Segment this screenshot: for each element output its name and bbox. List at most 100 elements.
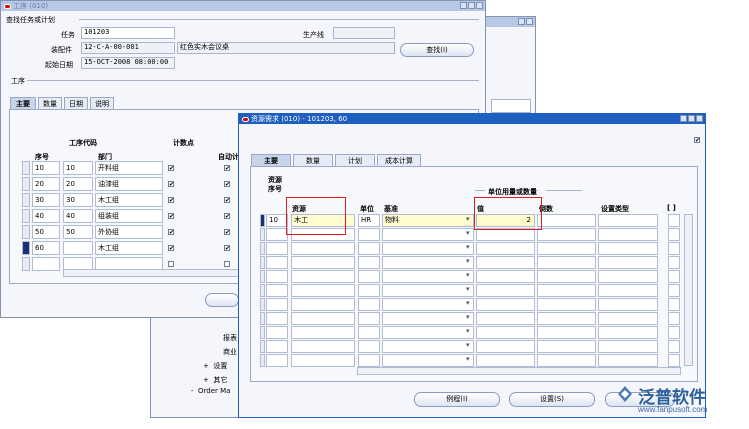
operations-horizontal-scrollbar[interactable] bbox=[63, 269, 241, 277]
row-selector[interactable] bbox=[22, 225, 30, 239]
assembly-description-field[interactable]: 红色实木会议桌 bbox=[177, 42, 395, 54]
tab-notes[interactable]: 说明 bbox=[90, 97, 114, 109]
production-line-field[interactable] bbox=[333, 27, 395, 39]
operation-seq-cell[interactable]: 50 bbox=[32, 225, 60, 239]
row-selector[interactable] bbox=[22, 257, 30, 271]
bracket-cell[interactable] bbox=[668, 326, 680, 339]
menu-item-report[interactable]: 报表 bbox=[223, 333, 237, 343]
auto-charge-checkbox[interactable]: ✔ bbox=[224, 165, 230, 172]
count-point-checkbox[interactable]: ✔ bbox=[168, 197, 174, 204]
unit-cell[interactable] bbox=[358, 256, 380, 269]
operation-seq-cell[interactable]: 60 bbox=[32, 241, 60, 255]
dropdown-arrow-icon[interactable]: ▾ bbox=[466, 229, 470, 237]
operation-seq-cell[interactable]: 40 bbox=[32, 209, 60, 223]
resource-seq-cell[interactable] bbox=[266, 228, 288, 241]
dropdown-arrow-icon[interactable]: ▾ bbox=[466, 243, 470, 251]
basis-cell[interactable] bbox=[382, 256, 474, 269]
tab-main[interactable]: 主要 bbox=[10, 97, 36, 109]
minimize-icon[interactable] bbox=[680, 115, 687, 122]
settings-button[interactable]: 设置(S) bbox=[509, 392, 595, 407]
resource-horizontal-scrollbar[interactable] bbox=[357, 367, 681, 375]
bracket-cell[interactable] bbox=[668, 312, 680, 325]
unit-cell[interactable] bbox=[358, 270, 380, 283]
close-icon[interactable] bbox=[526, 18, 533, 25]
basis-cell[interactable] bbox=[382, 228, 474, 241]
row-selector[interactable] bbox=[260, 284, 265, 297]
auto-charge-checkbox[interactable]: ✔ bbox=[224, 197, 230, 204]
inverse-cell[interactable] bbox=[537, 242, 596, 255]
tab-main[interactable]: 主要 bbox=[251, 154, 291, 166]
resource-seq-cell[interactable] bbox=[266, 298, 288, 311]
menu-item-order[interactable]: - Order Ma bbox=[191, 387, 230, 395]
count-point-checkbox[interactable]: ✔ bbox=[168, 229, 174, 236]
setup-type-cell[interactable] bbox=[598, 312, 658, 325]
basis-cell[interactable] bbox=[382, 312, 474, 325]
setup-type-cell[interactable] bbox=[598, 326, 658, 339]
row-selector[interactable] bbox=[22, 161, 30, 175]
bracket-cell[interactable] bbox=[668, 298, 680, 311]
resource-cell[interactable] bbox=[291, 284, 355, 297]
inverse-cell[interactable] bbox=[537, 228, 596, 241]
bracket-cell[interactable] bbox=[668, 284, 680, 297]
value-cell[interactable] bbox=[476, 242, 535, 255]
operation-code-cell[interactable]: 20 bbox=[63, 177, 93, 191]
resource-cell[interactable] bbox=[291, 298, 355, 311]
value-cell[interactable] bbox=[476, 284, 535, 297]
operation-seq-cell[interactable]: 30 bbox=[32, 193, 60, 207]
resource-seq-cell[interactable] bbox=[266, 270, 288, 283]
tab-costing[interactable]: 成本计算 bbox=[377, 154, 421, 166]
unit-cell[interactable] bbox=[358, 354, 380, 367]
inverse-cell[interactable] bbox=[537, 270, 596, 283]
row-selector[interactable] bbox=[22, 209, 30, 223]
unit-cell[interactable] bbox=[358, 326, 380, 339]
dropdown-arrow-icon[interactable]: ▾ bbox=[466, 341, 470, 349]
resource-seq-cell[interactable] bbox=[266, 326, 288, 339]
setup-type-cell[interactable] bbox=[598, 298, 658, 311]
value-cell[interactable] bbox=[476, 270, 535, 283]
basis-cell[interactable] bbox=[382, 340, 474, 353]
value-cell[interactable] bbox=[476, 340, 535, 353]
row-selector[interactable] bbox=[260, 326, 265, 339]
unit-cell[interactable] bbox=[358, 284, 380, 297]
resource-seq-cell[interactable] bbox=[266, 354, 288, 367]
resource-cell[interactable] bbox=[291, 312, 355, 325]
value-cell[interactable] bbox=[476, 326, 535, 339]
tab-quantity[interactable]: 数量 bbox=[38, 97, 62, 109]
inverse-cell[interactable] bbox=[537, 214, 596, 227]
inverse-cell[interactable] bbox=[537, 298, 596, 311]
value-cell[interactable] bbox=[476, 256, 535, 269]
bracket-cell[interactable] bbox=[668, 242, 680, 255]
resource-seq-cell[interactable] bbox=[266, 284, 288, 297]
basis-cell[interactable] bbox=[382, 242, 474, 255]
count-point-checkbox[interactable]: ✔ bbox=[168, 213, 174, 220]
tab-quantity[interactable]: 数量 bbox=[293, 154, 333, 166]
auto-charge-checkbox[interactable] bbox=[224, 261, 230, 267]
resource-seq-cell[interactable]: 10 bbox=[266, 214, 288, 227]
basis-cell[interactable] bbox=[382, 298, 474, 311]
count-point-checkbox[interactable]: ✔ bbox=[168, 245, 174, 252]
inverse-cell[interactable] bbox=[537, 256, 596, 269]
resource-cell[interactable] bbox=[291, 354, 355, 367]
unit-cell[interactable] bbox=[358, 242, 380, 255]
setup-type-cell[interactable] bbox=[598, 214, 658, 227]
tab-plan[interactable]: 计划 bbox=[335, 154, 375, 166]
value-cell[interactable] bbox=[476, 354, 535, 367]
resource-cell[interactable] bbox=[291, 256, 355, 269]
resource-cell[interactable] bbox=[291, 242, 355, 255]
department-cell[interactable]: 开料组 bbox=[95, 161, 163, 175]
department-cell[interactable]: 木工组 bbox=[95, 241, 163, 255]
row-selector[interactable] bbox=[260, 214, 265, 227]
resource-seq-cell[interactable] bbox=[266, 256, 288, 269]
setup-type-cell[interactable] bbox=[598, 354, 658, 367]
count-point-checkbox[interactable]: ✔ bbox=[168, 181, 174, 188]
row-selector[interactable] bbox=[260, 340, 265, 353]
dropdown-arrow-icon[interactable]: ▾ bbox=[466, 299, 470, 307]
dropdown-arrow-icon[interactable]: ▾ bbox=[466, 313, 470, 321]
resource-seq-cell[interactable] bbox=[266, 340, 288, 353]
assembly-field[interactable]: 12-C-A-00-001 bbox=[81, 42, 175, 54]
row-selector[interactable] bbox=[22, 241, 30, 255]
row-selector[interactable] bbox=[22, 177, 30, 191]
menu-item-other[interactable]: + 其它 bbox=[203, 375, 227, 385]
row-selector[interactable] bbox=[260, 298, 265, 311]
unit-cell[interactable] bbox=[358, 298, 380, 311]
